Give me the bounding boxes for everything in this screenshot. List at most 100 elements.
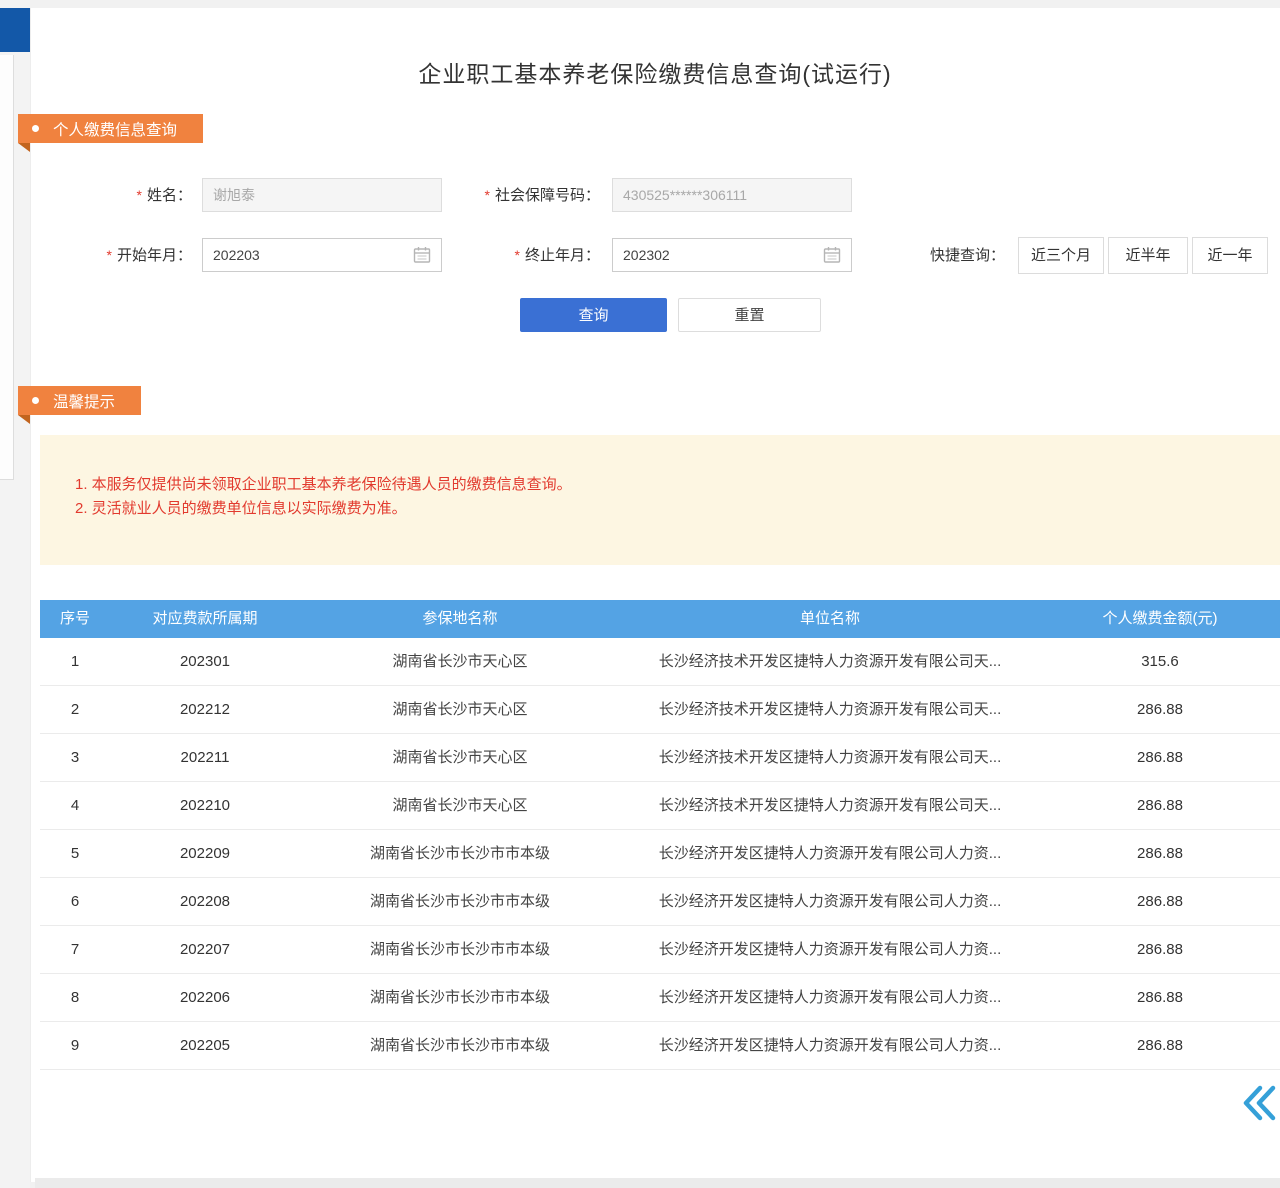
required-mark: * [485,187,490,203]
quick-query-oneyear-button[interactable]: 近一年 [1192,237,1268,274]
sidebar-panel-edge [0,55,14,480]
header-seq: 序号 [40,600,110,638]
section-badge-query: 个人缴费信息查询 [18,114,203,143]
end-date-input[interactable] [612,238,852,272]
cell-seq: 8 [40,974,110,1021]
section-badge-query-label: 个人缴费信息查询 [53,118,177,140]
cell-insured-place: 湖南省长沙市天心区 [300,782,620,829]
results-table: 序号 对应费款所属期 参保地名称 单位名称 个人缴费金额(元) 1 202301… [40,600,1280,1070]
name-label: * 姓名： [100,178,192,212]
cell-period: 202206 [110,974,300,1021]
cell-seq: 4 [40,782,110,829]
double-chevron-left-icon[interactable] [1240,1082,1280,1124]
table-row: 1 202301 湖南省长沙市天心区 长沙经济技术开发区捷特人力资源开发有限公司… [40,638,1280,686]
bullet-dot-icon [32,397,39,404]
table-row: 8 202206 湖南省长沙市长沙市市本级 长沙经济开发区捷特人力资源开发有限公… [40,974,1280,1022]
tips-line-2: 2. 灵活就业人员的缴费单位信息以实际缴费为准。 [75,497,407,518]
cell-period: 202301 [110,638,300,685]
cell-amount: 286.88 [1040,734,1280,781]
header-insured-place: 参保地名称 [300,600,620,638]
cell-seq: 5 [40,830,110,877]
cell-seq: 6 [40,878,110,925]
header-amount: 个人缴费金额(元) [1040,600,1280,638]
cell-insured-place: 湖南省长沙市长沙市市本级 [300,974,620,1021]
ribbon-fold [18,415,30,424]
cell-unit-name: 长沙经济开发区捷特人力资源开发有限公司人力资... [620,926,1040,973]
tips-line-1: 1. 本服务仅提供尚未领取企业职工基本养老保险待遇人员的缴费信息查询。 [75,473,572,494]
table-row: 2 202212 湖南省长沙市天心区 长沙经济技术开发区捷特人力资源开发有限公司… [40,686,1280,734]
footer-strip [35,1178,1280,1188]
required-mark: * [107,247,112,263]
cell-period: 202205 [110,1022,300,1069]
cell-amount: 286.88 [1040,782,1280,829]
cell-amount: 286.88 [1040,974,1280,1021]
calendar-icon[interactable] [823,246,841,264]
end-date-label: * 终止年月： [493,238,600,272]
cell-amount: 286.88 [1040,1022,1280,1069]
required-mark: * [137,187,142,203]
cell-unit-name: 长沙经济技术开发区捷特人力资源开发有限公司天... [620,782,1040,829]
quick-query-halfyear-button[interactable]: 近半年 [1108,237,1188,274]
start-date-input[interactable] [202,238,442,272]
ribbon-fold [18,143,30,152]
bullet-dot-icon [32,125,39,132]
table-row: 6 202208 湖南省长沙市长沙市市本级 长沙经济开发区捷特人力资源开发有限公… [40,878,1280,926]
cell-period: 202210 [110,782,300,829]
cell-unit-name: 长沙经济技术开发区捷特人力资源开发有限公司天... [620,734,1040,781]
cell-unit-name: 长沙经济开发区捷特人力资源开发有限公司人力资... [620,830,1040,877]
cell-unit-name: 长沙经济开发区捷特人力资源开发有限公司人力资... [620,974,1040,1021]
start-date-label-text: 开始年月： [117,247,192,264]
cell-amount: 286.88 [1040,686,1280,733]
cell-unit-name: 长沙经济技术开发区捷特人力资源开发有限公司天... [620,686,1040,733]
cell-insured-place: 湖南省长沙市长沙市市本级 [300,830,620,877]
cell-insured-place: 湖南省长沙市天心区 [300,686,620,733]
cell-seq: 3 [40,734,110,781]
table-row: 7 202207 湖南省长沙市长沙市市本级 长沙经济开发区捷特人力资源开发有限公… [40,926,1280,974]
cell-insured-place: 湖南省长沙市长沙市市本级 [300,1022,620,1069]
cell-insured-place: 湖南省长沙市天心区 [300,638,620,685]
required-mark: * [515,247,520,263]
name-label-text: 姓名： [147,187,192,204]
cell-unit-name: 长沙经济开发区捷特人力资源开发有限公司人力资... [620,1022,1040,1069]
cell-insured-place: 湖南省长沙市长沙市市本级 [300,926,620,973]
cell-period: 202208 [110,878,300,925]
cell-unit-name: 长沙经济开发区捷特人力资源开发有限公司人力资... [620,878,1040,925]
cell-period: 202212 [110,686,300,733]
ssn-input[interactable] [612,178,852,212]
cell-amount: 286.88 [1040,878,1280,925]
table-row: 3 202211 湖南省长沙市天心区 长沙经济技术开发区捷特人力资源开发有限公司… [40,734,1280,782]
cell-amount: 315.6 [1040,638,1280,685]
cell-insured-place: 湖南省长沙市天心区 [300,734,620,781]
ssn-label-text: 社会保障号码： [495,187,600,204]
cell-period: 202211 [110,734,300,781]
calendar-icon[interactable] [413,246,431,264]
page-title: 企业职工基本养老保险缴费信息查询(试运行) [30,55,1280,89]
tips-notice-box: 1. 本服务仅提供尚未领取企业职工基本养老保险待遇人员的缴费信息查询。 2. 灵… [40,435,1280,565]
cell-seq: 9 [40,1022,110,1069]
section-badge-tips-label: 温馨提示 [53,390,115,412]
cell-unit-name: 长沙经济技术开发区捷特人力资源开发有限公司天... [620,638,1040,685]
quick-query-3months-button[interactable]: 近三个月 [1018,237,1104,274]
corner-blue-block [0,8,30,52]
cell-seq: 2 [40,686,110,733]
table-header-row: 序号 对应费款所属期 参保地名称 单位名称 个人缴费金额(元) [40,600,1280,638]
query-button[interactable]: 查询 [520,298,667,332]
cell-period: 202209 [110,830,300,877]
header-unit-name: 单位名称 [620,600,1040,638]
quick-query-label: 快捷查询： [930,239,1012,273]
table-row: 9 202205 湖南省长沙市长沙市市本级 长沙经济开发区捷特人力资源开发有限公… [40,1022,1280,1070]
header-period: 对应费款所属期 [110,600,300,638]
start-date-label: * 开始年月： [85,238,192,272]
reset-button[interactable]: 重置 [678,298,821,332]
section-badge-tips: 温馨提示 [18,386,141,415]
cell-amount: 286.88 [1040,830,1280,877]
table-row: 4 202210 湖南省长沙市天心区 长沙经济技术开发区捷特人力资源开发有限公司… [40,782,1280,830]
cell-insured-place: 湖南省长沙市长沙市市本级 [300,878,620,925]
ssn-label: * 社会保障号码： [450,178,600,212]
end-date-label-text: 终止年月： [525,247,600,264]
table-row: 5 202209 湖南省长沙市长沙市市本级 长沙经济开发区捷特人力资源开发有限公… [40,830,1280,878]
cell-period: 202207 [110,926,300,973]
cell-amount: 286.88 [1040,926,1280,973]
name-input[interactable] [202,178,442,212]
cell-seq: 1 [40,638,110,685]
